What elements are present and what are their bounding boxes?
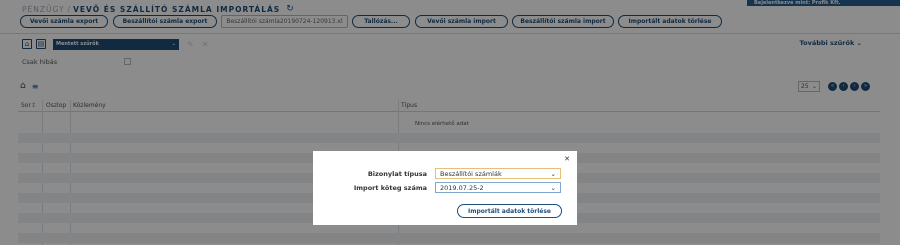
doc-type-label: Bizonylat típusa [367,170,427,178]
doc-type-select[interactable]: Beszállítói számlák ⌄ [435,168,561,179]
chevron-down-icon: ⌄ [550,183,556,192]
delete-imported-data-button[interactable]: Importált adatok törlése [457,204,562,218]
batch-number-value: 2019.07.25-2 [440,183,484,192]
chevron-down-icon: ⌄ [550,169,556,178]
doc-type-value: Beszállítói számlák [440,169,502,178]
batch-number-label: Import köteg száma [353,184,427,192]
delete-import-dialog: ✕ Bizonylat típusa Beszállítói számlák ⌄… [313,151,577,225]
close-icon[interactable]: ✕ [564,155,570,163]
batch-number-select[interactable]: 2019.07.25-2 ⌄ [435,182,561,193]
